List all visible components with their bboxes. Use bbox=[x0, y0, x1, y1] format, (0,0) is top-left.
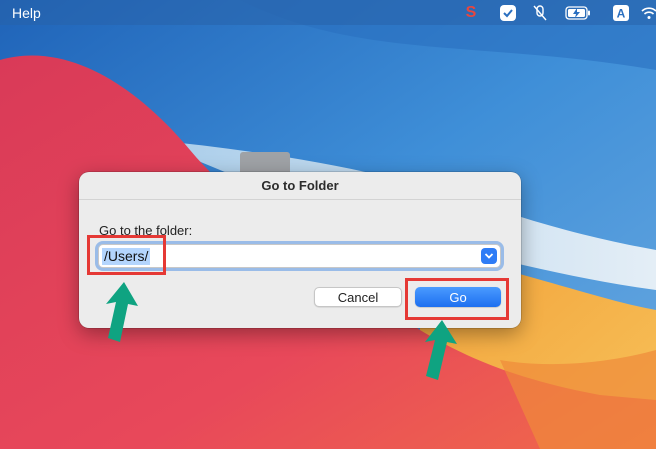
menu-bar: Help S A bbox=[0, 0, 656, 25]
cancel-button[interactable]: Cancel bbox=[314, 287, 402, 307]
wifi-icon[interactable] bbox=[640, 0, 656, 25]
up-arrow-icon bbox=[425, 320, 457, 380]
battery-charging-icon[interactable] bbox=[563, 0, 593, 25]
menu-help[interactable]: Help bbox=[12, 5, 41, 21]
up-arrow-icon bbox=[106, 282, 138, 342]
s-app-icon[interactable]: S bbox=[463, 0, 479, 25]
input-source-icon[interactable]: A bbox=[611, 0, 631, 25]
dialog-title: Go to Folder bbox=[79, 172, 521, 200]
chevron-down-icon[interactable] bbox=[481, 248, 497, 264]
go-highlight-box bbox=[405, 278, 509, 320]
path-highlight-box bbox=[87, 235, 166, 275]
svg-text:A: A bbox=[617, 6, 626, 20]
mute-icon[interactable] bbox=[531, 0, 549, 25]
checkmark-app-icon[interactable] bbox=[498, 0, 518, 25]
